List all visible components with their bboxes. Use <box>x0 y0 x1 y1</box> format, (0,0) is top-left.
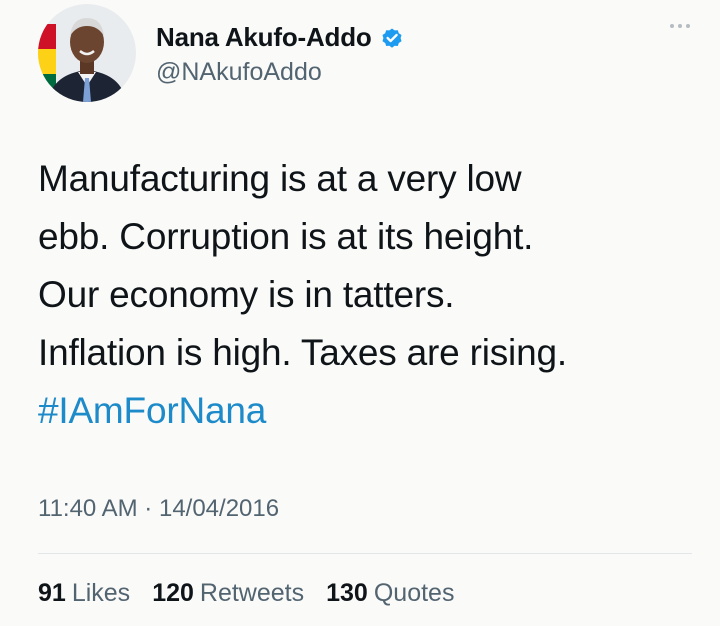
tweet-text: Manufacturing is at a very low ebb. Corr… <box>38 150 698 440</box>
hashtag-link[interactable]: #IAmForNana <box>38 382 698 440</box>
likes-stat[interactable]: 91 Likes <box>38 579 130 608</box>
tweet-date: 14/04/2016 <box>158 495 280 522</box>
author-name-row[interactable]: Nana Akufo-Addo <box>156 22 404 53</box>
tweet-time: 11:40 AM <box>38 495 138 522</box>
tweet-text-line: ebb. Corruption is at its height. <box>38 216 534 257</box>
avatar-image <box>38 4 136 102</box>
engagement-stats: 91 Likes 120 Retweets 130 Quotes <box>38 579 454 608</box>
quotes-label: Quotes <box>373 579 455 607</box>
likes-count: 91 <box>38 579 66 607</box>
avatar[interactable] <box>38 4 136 102</box>
author-handle[interactable]: @NAkufoAddo <box>156 58 322 87</box>
timestamp-separator: · <box>144 495 153 522</box>
tweet-text-line: Inflation is high. Taxes are rising. <box>38 332 567 373</box>
retweets-label: Retweets <box>199 579 305 607</box>
quotes-stat[interactable]: 130 Quotes <box>326 579 454 608</box>
tweet-text-line: Our economy is in tatters. <box>38 274 455 315</box>
tweet-text-line: Manufacturing is at a very low <box>38 158 522 199</box>
author-name[interactable]: Nana Akufo-Addo <box>156 22 372 53</box>
verified-badge-icon <box>380 26 404 50</box>
retweets-count: 120 <box>152 579 194 607</box>
likes-label: Likes <box>71 579 131 607</box>
divider <box>38 553 692 554</box>
retweets-stat[interactable]: 120 Retweets <box>152 579 304 608</box>
quotes-count: 130 <box>326 579 368 607</box>
tweet-timestamp[interactable]: 11:40 AM · 14/04/2016 <box>38 495 279 523</box>
more-options-icon[interactable] <box>670 24 690 28</box>
tweet-card: Nana Akufo-Addo @NAkufoAddo Manufacturin… <box>0 0 720 626</box>
